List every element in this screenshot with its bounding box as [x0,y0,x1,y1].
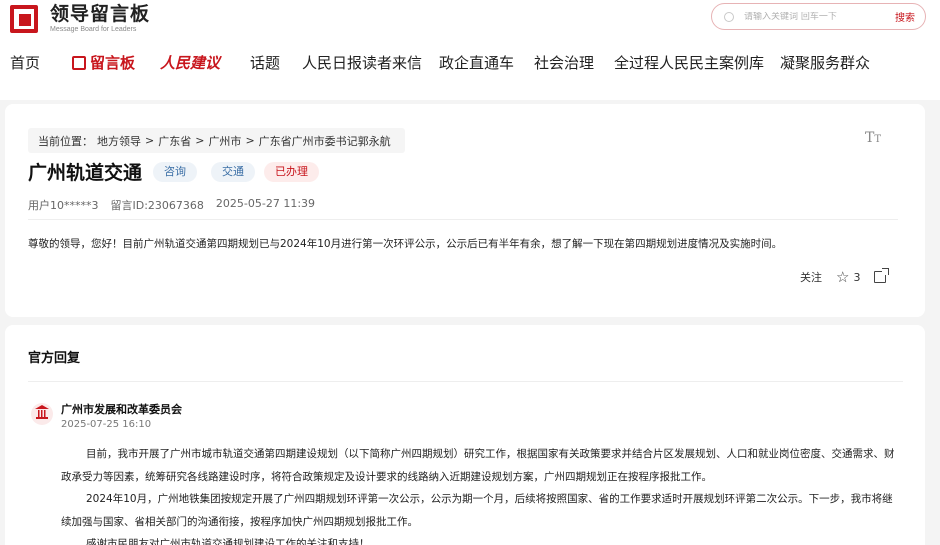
nav-democracy-cases[interactable]: 全过程人民民主案例库 [614,52,764,73]
edit-icon [72,56,86,70]
divider [28,381,903,382]
nav-topics[interactable]: 话题 [250,52,280,73]
nav-social-governance[interactable]: 社会治理 [534,52,594,73]
logo-subtitle: Message Board for Leaders [50,26,137,33]
follow-button[interactable]: 关注 [800,269,822,285]
message-meta: 用户10*****3 留言ID:23067368 2025-05-27 11:3… [28,197,327,213]
status-badge: 已办理 [264,162,319,182]
message-id: 留言ID:23067368 [110,199,204,212]
site-header: 领导留言板 Message Board for Leaders 搜索 首页 留言… [0,0,940,100]
tag-category: 咨询 [153,162,197,182]
divider [28,219,898,220]
star-button[interactable]: ☆ 3 [836,267,861,286]
message-actions: 关注 ☆ 3 [800,267,900,286]
search-button[interactable]: 搜索 [895,9,915,24]
share-icon [874,268,890,283]
nav-people-suggestions[interactable]: 人民建议 [160,52,220,73]
search-box: 搜索 [711,3,926,30]
reply-paragraph: 目前，我市开展了广州市城市轨道交通第四期建设规划（以下简称广州四期规划）研究工作… [61,448,895,483]
message-card: 当前位置： 地方领导 > 广东省 > 广州市 > 广东省广州市委书记郭永航 TT… [5,104,925,317]
nav-message-board-label: 留言板 [90,54,136,72]
breadcrumb-item[interactable]: 地方领导 [97,133,141,149]
reply-paragraph: 感谢市民朋友对广州市轨道交通规划建设工作的关注和支持！ [86,538,370,545]
nav-home[interactable]: 首页 [10,52,40,73]
message-title: 广州轨道交通 [28,162,143,184]
message-user: 用户10*****3 [28,199,99,212]
star-count: 3 [853,270,861,284]
search-input[interactable] [744,11,895,22]
reply-date: 2025-07-25 16:10 [61,419,152,430]
reply-card: 官方回复 广州市发展和改革委员会 2025-07-25 16:10 目前，我市开… [5,325,925,545]
breadcrumb-item[interactable]: 广东省广州市委书记郭永航 [259,133,391,149]
site-logo[interactable]: 领导留言板 Message Board for Leaders [10,4,200,34]
breadcrumb-item[interactable]: 广东省 [158,133,191,149]
nav-message-board[interactable]: 留言板 [72,52,135,73]
breadcrumb-separator: > [195,134,205,147]
star-icon: ☆ [836,267,850,286]
nav-readers-letters[interactable]: 人民日报读者来信 [302,52,422,73]
reply-body: 目前，我市开展了广州市城市轨道交通第四期建设规划（以下简称广州四期规划）研究工作… [61,443,901,545]
breadcrumb-prefix: 当前位置： [38,134,93,148]
breadcrumb-separator: > [145,134,155,147]
breadcrumb: 当前位置： 地方领导 > 广东省 > 广州市 > 广东省广州市委书记郭永航 [28,128,405,153]
reply-org-name: 广州市发展和改革委员会 [61,403,182,416]
nav-gov-enterprise[interactable]: 政企直通车 [439,52,514,73]
message-body: 尊敬的领导，您好！目前广州轨道交通第四期规划已与2024年10月进行第一次环评公… [28,238,783,250]
reply-paragraph: 2024年10月，广州地铁集团按规定开展了广州四期规划环评第一次公示，公示为期一… [61,493,893,528]
share-button[interactable] [874,268,890,283]
government-building-icon [31,403,53,425]
message-time: 2025-05-27 11:39 [215,197,316,210]
breadcrumb-separator: > [245,134,255,147]
logo-title: 领导留言板 [50,3,151,25]
logo-mark-icon [10,5,42,33]
font-size-icon[interactable]: TT [865,130,881,146]
tag-field: 交通 [211,162,255,182]
reply-heading: 官方回复 [28,351,81,366]
breadcrumb-item[interactable]: 广州市 [208,133,241,149]
search-icon [724,11,734,22]
nav-serve-masses[interactable]: 凝聚服务群众 [780,52,870,73]
